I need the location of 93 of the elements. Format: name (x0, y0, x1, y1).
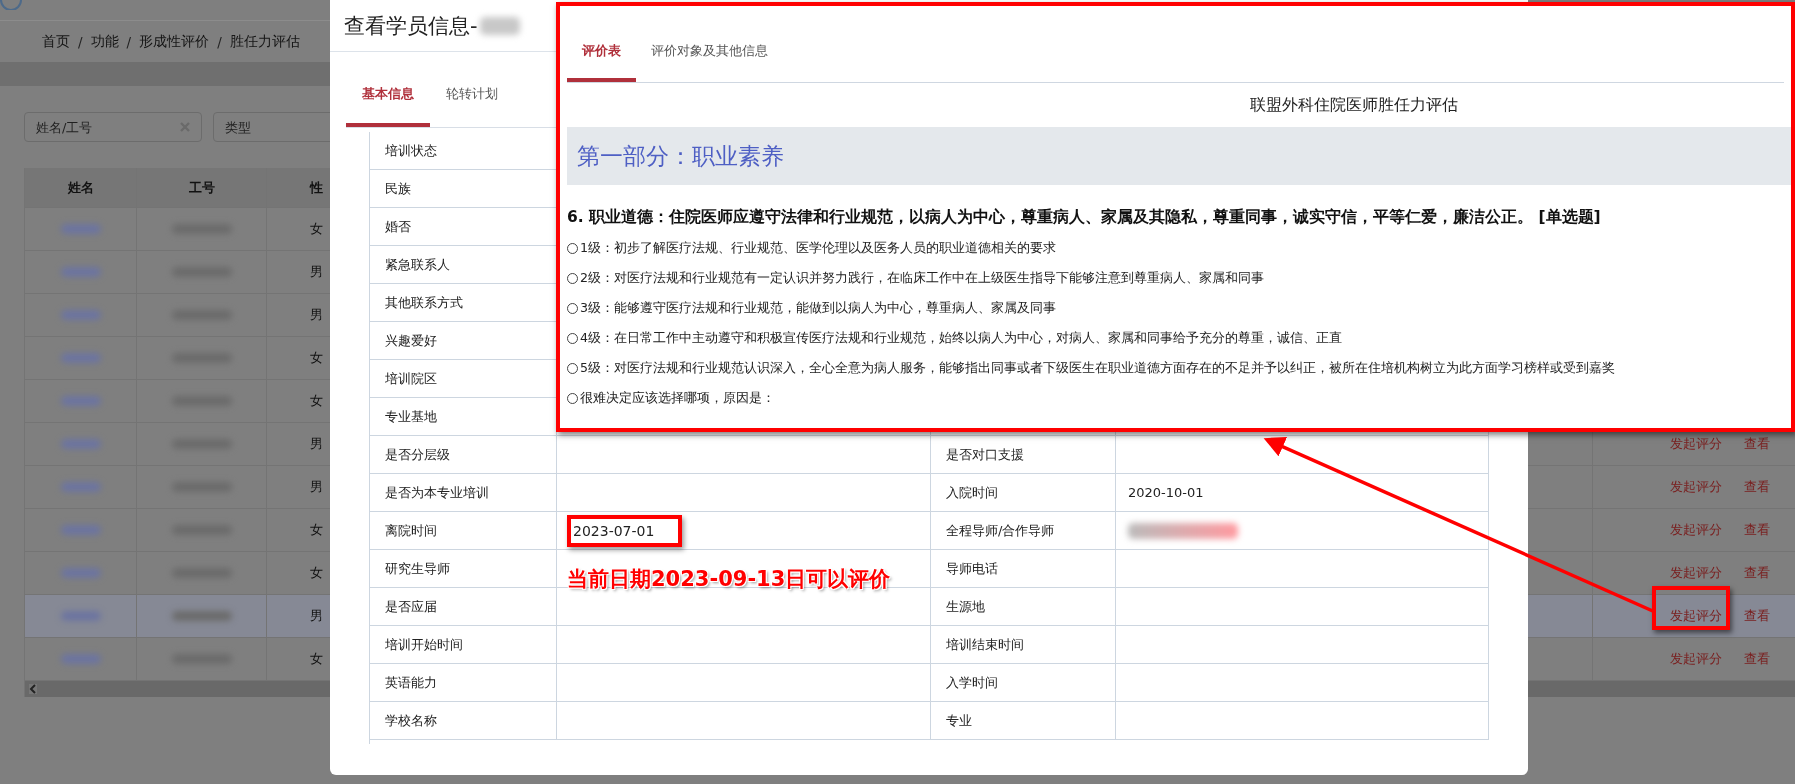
action-link[interactable]: 查看 (1744, 650, 1770, 668)
option-label: 1级：初步了解医疗法规、行业规范、医学伦理以及医务人员的职业道德相关的要求 (580, 239, 1056, 257)
action-link[interactable]: 发起评分 (1670, 650, 1722, 668)
scroll-left-icon[interactable] (29, 684, 37, 694)
blurred-name (60, 310, 101, 320)
option-label: 3级：能够遵守医疗法规和行业规范，能做到以病人为中心，尊重病人、家属及同事 (580, 299, 1056, 317)
action-link[interactable]: 查看 (1744, 607, 1770, 625)
option-label: 很难决定应该选择哪项，原因是： (580, 389, 775, 407)
blurred-name (60, 267, 101, 277)
field-label: 生源地 (946, 597, 985, 616)
tab[interactable]: 评价表 (567, 42, 636, 82)
field-value: 2020-10-01 (1128, 485, 1204, 500)
filter-field[interactable]: 姓名/工号 (24, 112, 202, 142)
radio-option[interactable]: 5级：对医疗法规和行业规范认识深入，全心全意为病人服务，能够指出同事或者下级医生在职业道德方面存在的不足并予以纠正，被所在住培机构树立为此方面学习榜样或受到嘉奖 (567, 353, 1791, 383)
action-link[interactable]: 查看 (1744, 435, 1770, 453)
annotation-text: 当前日期2023-09-13日可以评价 (567, 566, 891, 593)
action-link[interactable]: 查看 (1744, 478, 1770, 496)
field-label: 其他联系方式 (385, 293, 463, 312)
tab[interactable]: 轮转计划 (430, 85, 514, 127)
blurred-name (60, 525, 101, 535)
breadcrumb-separator: / (78, 33, 83, 50)
table-cell: 女 (310, 650, 323, 668)
table-cell: 女 (310, 220, 323, 238)
breadcrumb-separator: / (126, 33, 132, 50)
field-label: 专业基地 (385, 407, 437, 426)
field-value: 2023-07-01 (573, 522, 655, 539)
field-label: 培训结束时间 (946, 635, 1024, 654)
action-link[interactable]: 查看 (1744, 521, 1770, 539)
table-cell: 女 (310, 564, 323, 582)
table-cell: 男 (310, 478, 323, 496)
field-label: 培训院区 (385, 369, 437, 388)
radio-option[interactable]: 1级：初步了解医疗法规、行业规范、医学伦理以及医务人员的职业道德相关的要求 (567, 233, 1791, 263)
field-label: 是否分层级 (385, 445, 450, 464)
field-label: 是否对口支援 (946, 445, 1024, 464)
dialog-title: 查看学员信息- (344, 12, 478, 40)
logo-icon (0, 0, 22, 10)
field-label: 入学时间 (946, 673, 998, 692)
action-link[interactable]: 发起评分 (1670, 478, 1722, 496)
radio-option[interactable]: 4级：在日常工作中主动遵守和积极宣传医疗法规和行业规范，始终以病人为中心，对病人、家属和同事给予充分的尊重，诚信、正直 (567, 323, 1791, 353)
option-label: 4级：在日常工作中主动遵守和积极宣传医疗法规和行业规范，始终以病人为中心，对病人、家属和同事给予充分的尊重，诚信、正直 (580, 329, 1342, 347)
field-label: 紧急联系人 (385, 255, 450, 274)
field-label: 是否为本专业培训 (385, 483, 489, 502)
field-label: 离院时间 (385, 521, 437, 540)
form-title: 联盟外科住院医师胜任力评估 (1250, 95, 1458, 114)
section-header: 第一部分：职业素养 (567, 127, 1791, 185)
blurred-name (60, 353, 101, 363)
action-link[interactable]: 发起评分 (1670, 607, 1722, 625)
action-link[interactable]: 查看 (1744, 564, 1770, 582)
radio-option[interactable]: 很难决定应该选择哪项，原因是： (567, 383, 1791, 413)
column-header: 工号 (137, 168, 267, 207)
field-label: 入院时间 (946, 483, 998, 502)
blurred-name (60, 482, 101, 492)
breadcrumb-link[interactable]: 首页 (42, 32, 70, 51)
radio-option[interactable]: 2级：对医疗法规和行业规范有一定认识并努力践行，在临床工作中在上级医生指导下能够注意到尊重病人、家属和同事 (567, 263, 1791, 293)
blurred-id (171, 611, 232, 621)
field-label: 培训状态 (385, 141, 437, 160)
blurred-name (60, 654, 101, 664)
field-label: 婚否 (385, 217, 411, 236)
table-cell: 男 (310, 607, 323, 625)
field-label: 是否应届 (385, 597, 437, 616)
field-label: 专业 (946, 711, 972, 730)
action-link[interactable]: 发起评分 (1670, 435, 1722, 453)
blurred-name (60, 439, 101, 449)
tab[interactable]: 评价对象及其他信息 (636, 42, 783, 82)
question-text: 6. 职业道德：住院医师应遵守法律和行业规范，以病人为中心，尊重病人、家属及其隐私，尊重同事，诚实守信，平等仁爱，廉洁公正。 [单选题] (567, 206, 1602, 228)
table-cell: 女 (310, 521, 323, 539)
field-label: 英语能力 (385, 673, 437, 692)
action-link[interactable]: 发起评分 (1670, 564, 1722, 582)
radio-option[interactable]: 3级：能够遵守医疗法规和行业规范，能做到以病人为中心，尊重病人、家属及同事 (567, 293, 1791, 323)
breadcrumb-separator: / (217, 33, 222, 50)
column-header: 姓名 (24, 168, 137, 207)
option-label: 2级：对医疗法规和行业规范有一定认识并努力践行，在临床工作中在上级医生指导下能够注意到尊重病人、家属和同事 (580, 269, 1264, 287)
table-cell: 女 (310, 392, 323, 410)
field-label: 民族 (385, 179, 411, 198)
field-label: 兴趣爱好 (385, 331, 437, 350)
field-label: 导师电话 (946, 559, 998, 578)
table-cell: 男 (310, 306, 323, 324)
breadcrumb-link[interactable]: 形成性评价 (139, 32, 210, 51)
field-label: 学校名称 (385, 711, 437, 730)
breadcrumb-link[interactable]: 功能 (90, 32, 119, 51)
table-cell: 女 (310, 349, 323, 367)
tab[interactable]: 基本信息 (346, 85, 430, 127)
blurred-name (60, 396, 101, 406)
table-cell: 男 (310, 263, 323, 281)
action-link[interactable]: 发起评分 (1670, 521, 1722, 539)
blurred-name (60, 568, 101, 578)
table-cell: 男 (310, 435, 323, 453)
option-label: 5级：对医疗法规和行业规范认识深入，全心全意为病人服务，能够指出同事或者下级医生在职业道德方面存在的不足并予以纠正，被所在住培机构树立为此方面学习榜样或受到嘉奖 (580, 359, 1615, 377)
field-label: 全程导师/合作导师 (946, 521, 1055, 540)
blurred-name (60, 224, 101, 234)
field-label: 培训开始时间 (385, 635, 463, 654)
breadcrumb-link[interactable]: 胜任力评估 (229, 32, 300, 51)
field-label: 研究生导师 (385, 559, 450, 578)
